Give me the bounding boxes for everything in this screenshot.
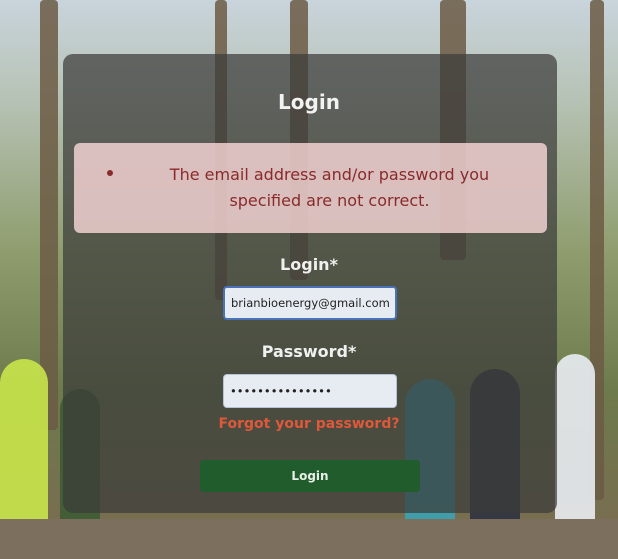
login-button[interactable]: Login: [200, 460, 420, 492]
login-panel: [63, 54, 557, 513]
tree-trunk: [40, 0, 58, 430]
email-label: Login*: [280, 255, 338, 274]
path-ground: [0, 519, 618, 559]
error-message: The email address and/or password you sp…: [169, 165, 490, 210]
password-field[interactable]: [223, 374, 397, 408]
bullet-icon: [107, 170, 113, 176]
forgot-password-link[interactable]: Forgot your password?: [0, 416, 618, 432]
page-title: Login: [278, 90, 340, 114]
email-field[interactable]: [223, 286, 397, 320]
error-alert: The email address and/or password you sp…: [74, 143, 547, 233]
password-label: Password*: [261, 342, 357, 361]
